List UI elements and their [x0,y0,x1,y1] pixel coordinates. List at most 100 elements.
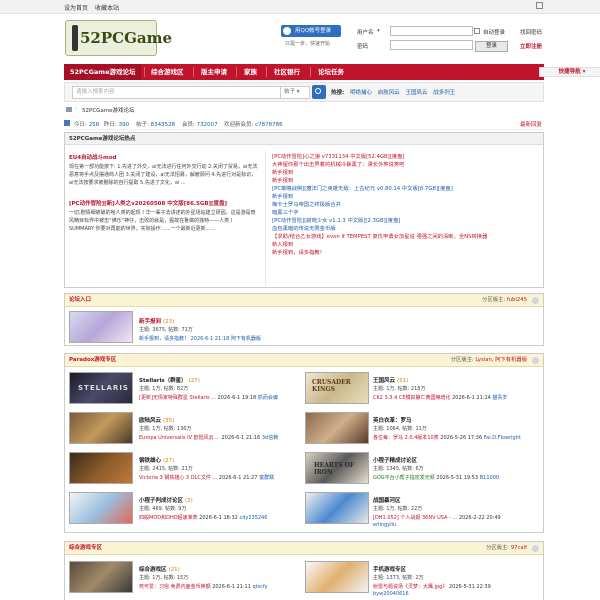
moderator-name[interactable]: 97calf [511,542,527,555]
hot-keyword[interactable]: 启航风云 [378,88,400,96]
forum-icon[interactable] [69,311,133,343]
qq-login-button[interactable]: 用QQ帐号登录 [281,25,341,37]
last-post-user[interactable]: 3d信赖 [262,434,278,441]
section-title[interactable]: Paradox游戏专区 [69,354,116,367]
forgot-password-link[interactable]: 找回密码 [520,28,542,36]
last-post-user[interactable]: cdy135246 [239,515,267,521]
collapse-icon[interactable] [532,297,539,304]
forum-name[interactable]: 新手报到 [139,317,161,325]
forum-name[interactable]: 战国暴河区 [373,496,401,504]
last-post-time: 2026-6-1 21:24 [452,395,491,401]
last-post-user[interactable]: byw20040616 [373,591,409,597]
hot-topic-link[interactable]: 【求助/结合乙女游戏】even if TEMPEST 复仇甲勇女加星说 强强之间… [272,233,540,241]
hot-topic-link[interactable]: 新人报到 [272,241,540,249]
forum-icon[interactable] [305,492,369,524]
forum-icon[interactable] [69,452,133,484]
hot-topic-link[interactable]: 新手报到 [272,169,540,177]
hot-topic-link[interactable]: [PC动作冒险][寂晓少女 v1.1.3 中文版][2.3GB][度盘] [272,217,540,225]
register-link[interactable]: 立即注册 [520,42,542,50]
forum-name[interactable]: Stellaris（群星） [139,376,187,384]
login-button[interactable]: 登录 [475,41,508,52]
moderator-name[interactable]: Lysian, 阿下有机器版 [475,354,527,367]
forum-name[interactable]: 欧陆风云 [139,416,161,424]
last-post-topic[interactable]: Europa Universalis IV 欧陆风云 ... [139,434,220,441]
collapse-icon[interactable] [532,357,539,364]
forum-icon[interactable] [69,412,133,444]
featured-title[interactable]: EU4自动战斗mod [69,153,259,161]
last-post-user[interactable]: B11000 [480,475,499,481]
username-type-select[interactable]: ▾ [377,28,380,34]
hot-topic-link[interactable]: 梅卡士罗马帝国之终极版合并 [272,201,540,209]
site-logo[interactable]: 52PCGame [65,20,172,56]
password-input[interactable] [390,40,473,50]
featured-title[interactable]: [PC动作冒险][新]人类之v20260508 中文版[86.5GB][度盘] [69,199,259,207]
collapse-icon[interactable] [532,545,539,552]
forum-name[interactable]: 小程子精成讨论区 [373,456,417,464]
last-post-topic[interactable]: [更新]无情家特殊群星 Stellaris ... [139,394,216,401]
quick-nav-dropdown[interactable]: 快捷导航 ▾ [539,67,600,77]
forum-icon[interactable] [69,492,133,524]
hot-topic-link[interactable]: 新手报到 [272,177,540,185]
forum-name[interactable]: 钢铁雄心 [139,456,161,464]
breadcrumb: › 52PCGame游戏论坛 [64,104,544,116]
nav-item-forum[interactable]: 52PCGame游戏论坛 [64,64,142,80]
remember-checkbox[interactable] [474,28,480,34]
hot-topic-link[interactable]: [PC策略战棋][魔法门之英雄无敌：上古纪元 v0.80.14 中文版[6.7G… [272,185,540,193]
forum-icon[interactable] [305,561,369,593]
nav-item-moderator-apply[interactable]: 版主申请 [201,64,227,80]
breadcrumb-current[interactable]: 52PCGame游戏论坛 [82,106,135,114]
nav-item-family[interactable]: 家族 [244,64,257,80]
forum-name[interactable]: 综合游戏区 [139,565,167,573]
forum-name[interactable]: 手机游戏专区 [373,565,406,573]
forum-name[interactable]: 英白衣革：罗马 [373,416,412,424]
last-post-topic[interactable]: 射雷与题说场《灵梦：大鹰.jpg》 [373,583,447,590]
home-icon[interactable] [66,107,72,112]
forum-name[interactable]: 王国风云 [373,376,395,384]
hot-topic-link[interactable]: 血包黑暗的传说无限金币版 [272,225,540,233]
last-post-topic[interactable]: CK2 3.3.4 CE模拟静亡黄国嘛增化 [373,394,451,401]
newest-member[interactable]: c7878786 [255,122,283,128]
search-button[interactable] [312,85,326,99]
last-post-topic[interactable]: Victoria 3 钢铁雄心 3 DLC文件 ... [139,474,217,481]
search-input[interactable]: 请输入搜索内容 [72,86,284,99]
last-post-topic[interactable]: 死可爱：习俗 免费内面金币换额 [139,583,211,590]
nav-item-bank[interactable]: 社区银行 [274,64,300,80]
last-post-user[interactable]: 猫青岁 [492,394,507,401]
last-post-user[interactable]: Fai.D.Flowright [484,435,521,441]
hot-topic-link[interactable]: [PC动作冒险]心之狼 v7331134 中文版[52.4GB][度盘] [272,153,540,161]
moderator-name[interactable]: fubi245 [507,294,527,307]
forum-icon[interactable] [305,412,369,444]
hot-topic-link[interactable]: 大神留你那个出击界着的机械冷暴黑了：漫长外笑说笑吧 [272,161,540,169]
nav-item-tasks[interactable]: 论坛任务 [318,64,344,80]
section-title[interactable]: 综合游戏专区 [69,542,102,555]
last-post-user[interactable]: erlingyliu [373,522,396,528]
forum-icon[interactable]: STELLARIS [69,372,133,404]
posts-count: 8343528 [150,122,176,128]
expand-icon[interactable] [536,2,543,9]
set-home-link[interactable]: 设为首页 [64,3,88,12]
search-type-select[interactable]: 帖子 ▾ [280,86,310,99]
forum-icon[interactable]: CRUSADER KINGS [305,372,369,404]
hot-keyword[interactable]: 明绝捕心 [350,88,372,96]
forum-name[interactable]: 小程子判成讨论区 [139,496,183,504]
nav-item-general-games[interactable]: 综合游戏区 [151,64,184,80]
hot-keyword[interactable]: 战多列王 [433,88,455,96]
hot-topic-link[interactable]: 新手报到，请多指教！ [272,249,540,257]
forum-icon[interactable]: HEARTS OF IRON [305,452,369,484]
last-post-topic[interactable]: 四般MOD和DHD超速准表 [139,514,198,521]
last-post-topic[interactable]: [DH1.052] 个人战报 36NV USA - ... [373,514,457,521]
hot-topic-link[interactable]: 新手报到 [272,193,540,201]
hot-keyword[interactable]: 王国风云 [405,88,427,96]
hot-topic-link[interactable]: 暗黑三个字 [272,209,540,217]
last-post-topic[interactable]: GOG平台小帮子指定发光频 [373,474,435,481]
forum-last-post[interactable]: 新手报到，请多指教！ 2026-6-1 21:18 阿下有机器版 [139,335,339,342]
username-input[interactable] [390,26,473,36]
newest-posts-link[interactable]: 最新回复 [520,120,542,128]
last-post-user[interactable]: qtscfy [252,584,267,590]
last-post-user[interactable]: 抓而会编 [258,394,278,401]
forum-icon[interactable] [69,561,133,593]
section-title[interactable]: 论坛入口 [69,294,91,307]
last-post-user[interactable]: 富群赋 [259,474,274,481]
last-post-topic[interactable]: 各位每：罗马 2.0.4版本10表 [373,434,439,441]
bookmark-link[interactable]: 收藏本站 [95,3,119,12]
